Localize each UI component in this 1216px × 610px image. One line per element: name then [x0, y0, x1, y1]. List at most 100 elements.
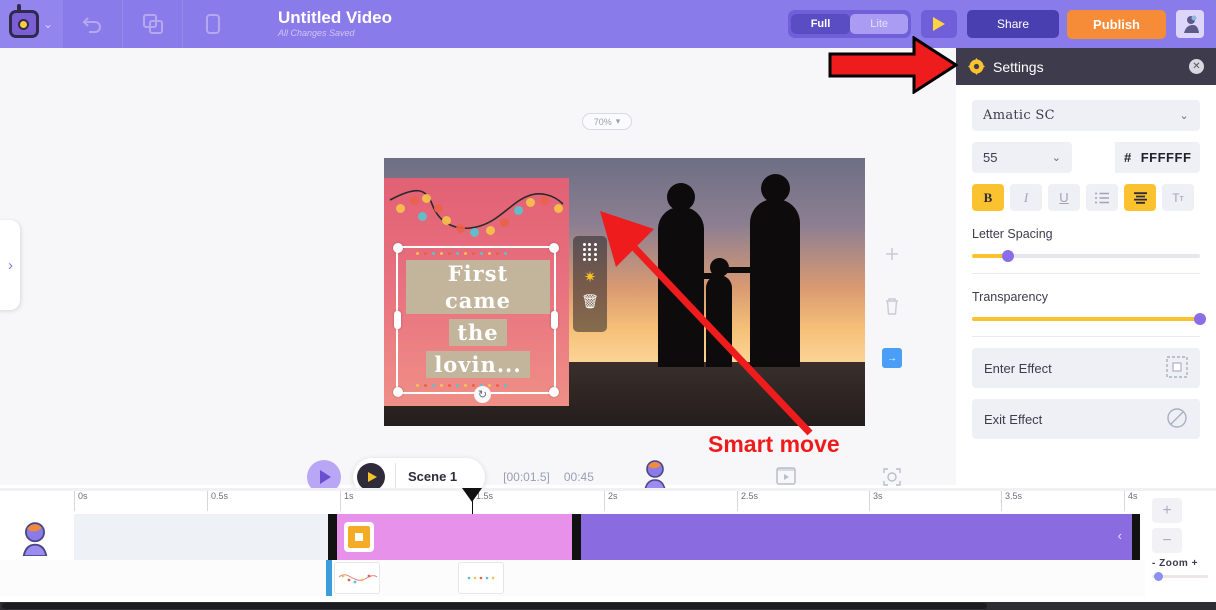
slider-knob[interactable] — [1002, 250, 1014, 262]
undo-button[interactable] — [62, 0, 122, 48]
timeline-empty-region[interactable] — [74, 514, 328, 560]
slider-knob[interactable] — [1194, 313, 1206, 325]
timeline-clip-scene[interactable]: ‹ — [572, 514, 1140, 560]
decorative-dots — [416, 252, 536, 256]
canvas-text-block[interactable]: First came the lovin... — [406, 260, 550, 383]
transparency-label: Transparency — [972, 290, 1200, 304]
clip-collapse-icon[interactable]: ‹ — [1118, 528, 1122, 543]
gear-icon — [968, 58, 985, 75]
align-button[interactable] — [1124, 184, 1156, 211]
clip-trim-handle[interactable] — [572, 514, 581, 560]
share-button[interactable]: Share — [967, 10, 1059, 38]
list-icon — [1095, 192, 1109, 204]
red-arrow-diagonal-icon — [592, 205, 822, 440]
text-size-button[interactable]: Tᴛ — [1162, 184, 1194, 211]
resize-handle-top-left[interactable] — [393, 243, 403, 253]
add-element-button[interactable] — [875, 228, 909, 280]
delete-element-button[interactable] — [875, 280, 909, 332]
timeline-thumbnail-row — [0, 560, 1145, 596]
font-color-field[interactable]: # FFFFFF — [1081, 142, 1200, 173]
annotation-label-smart-move: Smart move — [708, 431, 840, 458]
smart-move-button[interactable]: → — [875, 332, 909, 384]
resize-handle-right[interactable] — [551, 311, 558, 329]
resize-handle-left[interactable] — [394, 311, 401, 329]
divider — [972, 273, 1200, 274]
duplicate-icon — [142, 13, 164, 35]
mode-lite-button[interactable]: Lite — [850, 14, 908, 34]
timeline-panel: 0s 0.5s 1s 1.5s 2s 2.5s 3s 3.5s 4s — [0, 488, 1216, 610]
left-panel-toggle[interactable]: › — [0, 220, 20, 310]
enter-effect-row[interactable]: Enter Effect — [972, 348, 1200, 388]
zoom-out-button[interactable]: − — [1152, 528, 1182, 553]
canvas-text-line: First came — [406, 260, 550, 314]
ruler-tick: 0s — [74, 491, 88, 511]
font-family-select[interactable]: Amatic SC ⌄ — [972, 100, 1200, 131]
plus-icon — [885, 247, 899, 261]
letter-spacing-label: Letter Spacing — [972, 227, 1200, 241]
timeline-thumbnail[interactable] — [458, 562, 504, 594]
ruler-tick: 3s — [869, 491, 883, 511]
timeline-ruler[interactable]: 0s 0.5s 1s 1.5s 2s 2.5s 3s 3.5s 4s — [0, 491, 1145, 511]
extra-tool-button[interactable] — [182, 0, 242, 48]
string-lights-graphic — [388, 182, 565, 238]
mode-full-button[interactable]: Full — [791, 14, 851, 34]
resize-handle-bottom-right[interactable] — [549, 387, 559, 397]
duplicate-button[interactable] — [122, 0, 182, 48]
red-arrow-right-icon — [828, 36, 958, 94]
bold-button[interactable]: B — [972, 184, 1004, 211]
chevron-down-icon[interactable]: ⌄ — [43, 17, 53, 31]
annotation-arrow-smart-move — [592, 205, 822, 445]
canvas-side-tools: → — [875, 228, 909, 384]
divider — [972, 336, 1200, 337]
publish-button[interactable]: Publish — [1067, 10, 1166, 39]
project-title-block: Untitled Video All Changes Saved — [278, 8, 392, 40]
close-icon[interactable]: ✕ — [1189, 59, 1204, 74]
underline-button[interactable]: U — [1048, 184, 1080, 211]
list-button[interactable] — [1086, 184, 1118, 211]
avatar[interactable] — [1176, 10, 1204, 38]
zoom-slider-knob[interactable] — [1154, 572, 1163, 581]
scrollbar-thumb[interactable] — [2, 603, 987, 609]
settings-body: Amatic SC ⌄ 55 ⌄ # FFFFFF B I U — [956, 85, 1216, 439]
scene-play-button[interactable] — [357, 463, 385, 491]
robot-eye-icon — [18, 19, 29, 30]
zoom-slider[interactable] — [1152, 575, 1208, 578]
clip-trim-handle[interactable] — [328, 514, 337, 560]
exit-effect-label: Exit Effect — [984, 412, 1042, 427]
resize-handle-top-right[interactable] — [549, 243, 559, 253]
rotate-handle[interactable]: ↻ — [474, 386, 491, 403]
zoom-in-button[interactable]: + — [1152, 498, 1182, 523]
text-selection-box[interactable]: First came the lovin... — [396, 246, 556, 394]
resize-handle-bottom-left[interactable] — [393, 387, 403, 397]
app-logo-button[interactable]: ⌄ — [0, 0, 62, 48]
mode-toggle[interactable]: Full Lite — [788, 10, 911, 38]
current-time: [00:01.5] — [503, 470, 550, 484]
letter-spacing-slider[interactable] — [972, 254, 1200, 258]
font-size-value: 55 — [983, 150, 997, 165]
playhead-handle[interactable] — [462, 488, 482, 502]
timeline-clip-text[interactable] — [328, 514, 578, 560]
thumbnail-marker[interactable] — [326, 560, 332, 596]
timeline-thumbnail[interactable] — [334, 562, 380, 594]
clip-trim-handle[interactable] — [1132, 514, 1140, 560]
font-size-select[interactable]: 55 ⌄ — [972, 142, 1072, 173]
zoom-label: - Zoom + — [1152, 558, 1208, 569]
color-swatch[interactable] — [1081, 142, 1115, 173]
scene-label: Scene 1 — [395, 463, 485, 491]
text-card-overlay[interactable]: First came the lovin... — [384, 178, 569, 406]
dashed-square-icon[interactable] — [1166, 356, 1188, 381]
no-entry-icon[interactable] — [1166, 407, 1188, 432]
clip-effect-badge[interactable] — [344, 522, 374, 552]
color-hash: # — [1115, 150, 1132, 165]
character-icon — [18, 522, 52, 556]
transparency-slider[interactable] — [972, 317, 1200, 321]
exit-effect-row[interactable]: Exit Effect — [972, 399, 1200, 439]
smart-move-icon: → — [882, 348, 902, 368]
horizontal-scrollbar[interactable] — [0, 602, 1216, 610]
settings-title: Settings — [993, 59, 1044, 75]
preview-play-button[interactable] — [921, 10, 957, 38]
italic-button[interactable]: I — [1010, 184, 1042, 211]
timeline-layer-icon[interactable] — [18, 522, 52, 561]
page-icon — [205, 14, 221, 34]
canvas-zoom-dropdown[interactable]: 70% ▾ — [582, 113, 632, 130]
